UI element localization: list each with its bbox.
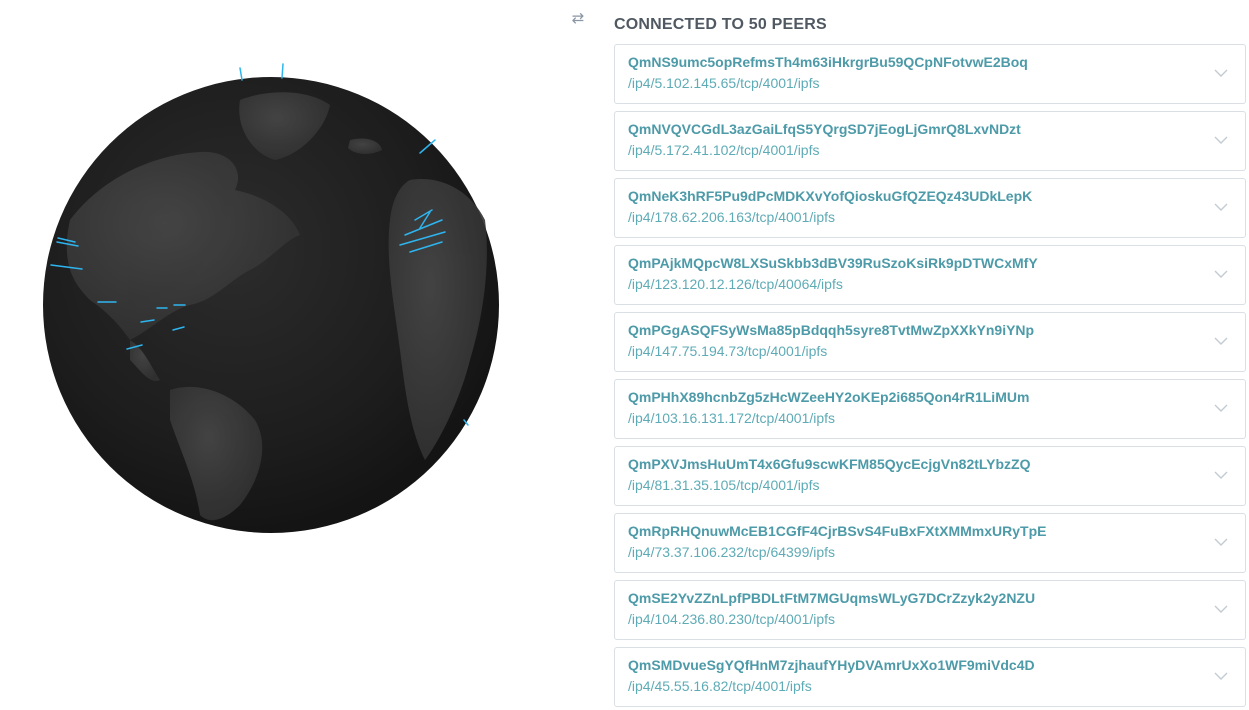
peer-address: /ip4/73.37.106.232/tcp/64399/ipfs (628, 544, 836, 560)
peer-item[interactable]: QmPGgASQFSyWsMa85pBdqqh5syre8TvtMwZpXXkY… (614, 312, 1246, 372)
peer-item[interactable]: QmPXVJmsHuUmT4x6Gfu9scwKFM85QycEcjgVn82t… (614, 446, 1246, 506)
peer-address: /ip4/103.16.131.172/tcp/4001/ipfs (628, 410, 836, 426)
peer-item[interactable]: QmNeK3hRF5Pu9dPcMDKXvYofQioskuGfQZEQz43U… (614, 178, 1246, 238)
chevron-down-icon[interactable] (1213, 65, 1229, 81)
chevron-down-icon[interactable] (1213, 467, 1229, 483)
peers-page: ⇄ CONNECTED TO 50 PEERS QmNS9umc5opRefms… (0, 0, 1249, 710)
peer-id: QmSMDvueSgYQfHnM7zjhaufYHyDVAmrUxXo1WF9m… (628, 657, 1035, 673)
chevron-down-icon[interactable] (1213, 199, 1229, 215)
peer-id: QmPHhX89hcnbZg5zHcWZeeHY2oKEp2i685Qon4rR… (628, 389, 1030, 405)
peer-item[interactable]: QmSMDvueSgYQfHnM7zjhaufYHyDVAmrUxXo1WF9m… (614, 647, 1246, 707)
globe-icon (43, 63, 499, 533)
peers-globe[interactable] (30, 60, 520, 550)
peer-address: /ip4/5.102.145.65/tcp/4001/ipfs (628, 75, 820, 91)
peer-id: QmRpRHQnuwMcEB1CGfF4CjrBSvS4FuBxFXtXMMmx… (628, 523, 1047, 539)
peer-item[interactable]: QmPAjkMQpcW8LXSuSkbb3dBV39RuSzoKsiRk9pDT… (614, 245, 1246, 305)
chevron-down-icon[interactable] (1213, 266, 1229, 282)
peer-address: /ip4/5.172.41.102/tcp/4001/ipfs (628, 142, 820, 158)
chevron-down-icon[interactable] (1213, 668, 1229, 684)
peer-item[interactable]: QmPHhX89hcnbZg5zHcWZeeHY2oKEp2i685Qon4rR… (614, 379, 1246, 439)
peer-id: QmPGgASQFSyWsMa85pBdqqh5syre8TvtMwZpXXkY… (628, 322, 1035, 338)
peer-id: QmNeK3hRF5Pu9dPcMDKXvYofQioskuGfQZEQz43U… (628, 188, 1033, 204)
peer-address: /ip4/81.31.35.105/tcp/4001/ipfs (628, 477, 820, 493)
peer-id: QmNVQVCGdL3azGaiLfqS5YQrgSD7jEogLjGmrQ8L… (628, 121, 1021, 137)
peer-address: /ip4/147.75.194.73/tcp/4001/ipfs (628, 343, 828, 359)
peer-address: /ip4/45.55.16.82/tcp/4001/ipfs (628, 678, 812, 694)
peer-item[interactable]: QmSE2YvZZnLpfPBDLtFtM7MGUqmsWLyG7DCrZzyk… (614, 580, 1246, 640)
peer-id: QmPXVJmsHuUmT4x6Gfu9scwKFM85QycEcjgVn82t… (628, 456, 1031, 472)
peer-address: /ip4/178.62.206.163/tcp/4001/ipfs (628, 209, 836, 225)
peer-item[interactable]: QmNVQVCGdL3azGaiLfqS5YQrgSD7jEogLjGmrQ8L… (614, 111, 1246, 171)
chevron-down-icon[interactable] (1213, 333, 1229, 349)
page-title: CONNECTED TO 50 PEERS (614, 16, 827, 33)
peer-address: /ip4/104.236.80.230/tcp/4001/ipfs (628, 611, 836, 627)
chevron-down-icon[interactable] (1213, 132, 1229, 148)
chevron-down-icon[interactable] (1213, 400, 1229, 416)
exchange-arrows-icon[interactable]: ⇄ (569, 9, 587, 27)
peer-address: /ip4/123.120.12.126/tcp/40064/ipfs (628, 276, 843, 292)
peer-id: QmSE2YvZZnLpfPBDLtFtM7MGUqmsWLyG7DCrZzyk… (628, 590, 1036, 606)
peer-id: QmPAjkMQpcW8LXSuSkbb3dBV39RuSzoKsiRk9pDT… (628, 255, 1038, 271)
chevron-down-icon[interactable] (1213, 534, 1229, 550)
peers-panel: CONNECTED TO 50 PEERS QmNS9umc5opRefmsTh… (614, 0, 1246, 710)
peer-item[interactable]: QmNS9umc5opRefmsTh4m63iHkrgrBu59QCpNFotv… (614, 44, 1246, 104)
chevron-down-icon[interactable] (1213, 601, 1229, 617)
peer-item[interactable]: QmRpRHQnuwMcEB1CGfF4CjrBSvS4FuBxFXtXMMmx… (614, 513, 1246, 573)
peer-list: QmNS9umc5opRefmsTh4m63iHkrgrBu59QCpNFotv… (614, 44, 1246, 707)
peer-id: QmNS9umc5opRefmsTh4m63iHkrgrBu59QCpNFotv… (628, 54, 1028, 70)
